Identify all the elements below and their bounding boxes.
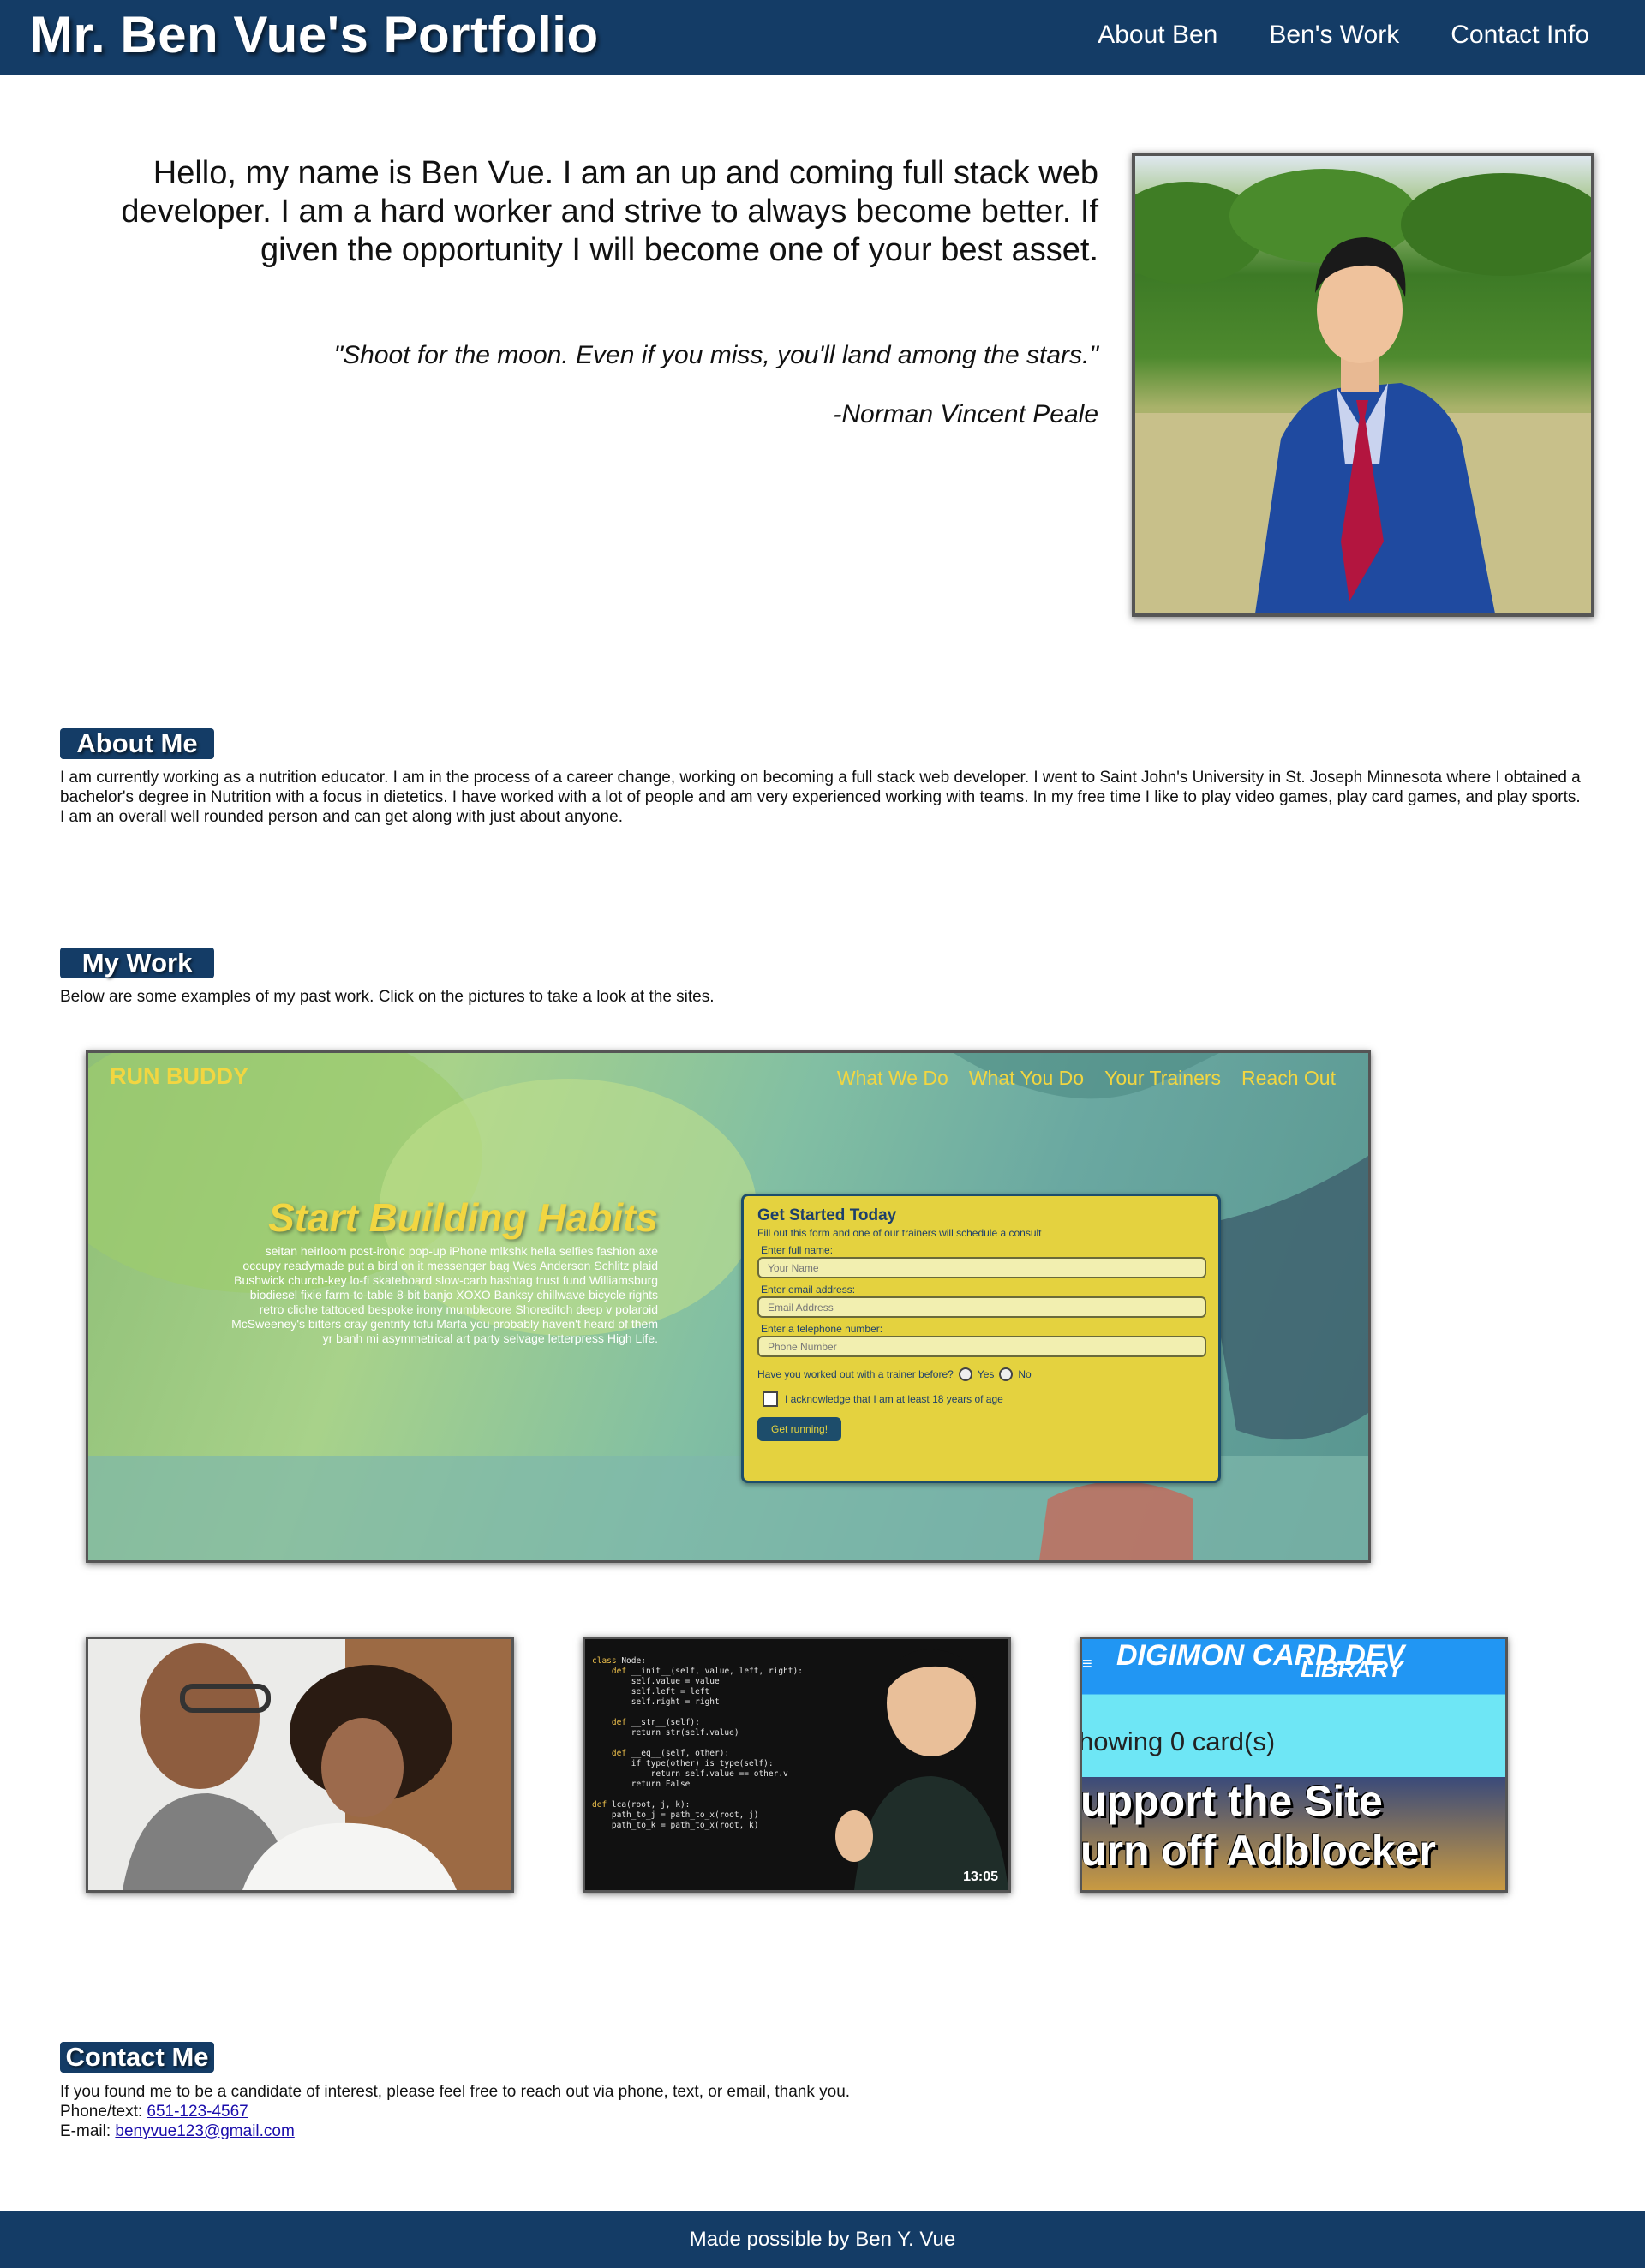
code-snippet-image: class Node: def __init__(self, value, le… xyxy=(592,1656,803,1830)
trainer-question: Have you worked out with a trainer befor… xyxy=(757,1368,954,1380)
about-heading: About Me xyxy=(60,728,214,759)
email-row: E-mail: benyvue123@gmail.com xyxy=(60,2121,1585,2141)
yes-label: Yes xyxy=(977,1368,995,1380)
about-text: I am currently working as a nutrition ed… xyxy=(60,769,1581,826)
email-label: Enter email address: xyxy=(761,1284,856,1296)
email-input: Email Address xyxy=(757,1296,1206,1318)
digimon-banner: upport the Site urn off Adblocker xyxy=(1080,1776,1436,1876)
phone-row: Phone/text: 651-123-4567 xyxy=(60,2102,1585,2121)
intro-text: Hello, my name is Ben Vue. I am an up an… xyxy=(121,155,1098,268)
phone-link[interactable]: 651-123-4567 xyxy=(147,2103,248,2121)
yes-radio xyxy=(958,1367,972,1381)
contact-text: If you found me to be a candidate of int… xyxy=(60,2083,851,2101)
work-text: Below are some examples of my past work.… xyxy=(60,988,715,1006)
contact-block: If you found me to be a candidate of int… xyxy=(60,2082,1585,2141)
phone-label: Phone/text: xyxy=(60,2103,143,2121)
acknowledge-label: I acknowledge that I am at least 18 year… xyxy=(785,1393,1003,1405)
site-title: Mr. Ben Vue's Portfolio xyxy=(30,6,599,63)
run-buddy-form-subtitle: Fill out this form and one of our traine… xyxy=(757,1227,1042,1239)
project-thumbnail-2[interactable]: class Node: def __init__(self, value, le… xyxy=(583,1637,1011,1893)
quote-text: "Shoot for the moon. Even if you miss, y… xyxy=(333,341,1098,369)
nav-contact-info[interactable]: Contact Info xyxy=(1451,21,1589,50)
work-heading: My Work xyxy=(60,948,214,978)
email-label: E-mail: xyxy=(60,2122,111,2140)
run-buddy-hero: Start Building Habits seitan heirloom po… xyxy=(225,1194,658,1346)
acknowledge-checkbox xyxy=(763,1391,778,1407)
digimon-banner-line-1: upport the Site xyxy=(1080,1777,1383,1825)
run-buddy-hero-text: seitan heirloom post-ironic pop-up iPhon… xyxy=(231,1244,658,1345)
run-buddy-nav-item: Your Trainers xyxy=(1104,1067,1222,1089)
run-buddy-nav-item: What You Do xyxy=(968,1067,1085,1089)
email-link[interactable]: benyvue123@gmail.com xyxy=(115,2122,294,2140)
main-nav: About Ben Ben's Work Contact Info xyxy=(1098,21,1589,50)
people-photo xyxy=(88,1639,511,1890)
digimon-card-count: howing 0 card(s) xyxy=(1080,1726,1276,1756)
run-buddy-nav-item: Reach Out xyxy=(1241,1067,1336,1089)
profile-photo-illustration xyxy=(1135,169,1591,613)
menu-icon: ≡ xyxy=(1082,1655,1092,1673)
get-running-button: Get running! xyxy=(757,1417,842,1441)
run-buddy-form: Get Started Today Fill out this form and… xyxy=(741,1194,1221,1483)
no-radio xyxy=(999,1367,1014,1381)
run-buddy-hero-title: Start Building Habits xyxy=(268,1195,658,1240)
phone-label: Enter a telephone number: xyxy=(761,1323,883,1335)
run-buddy-nav-item: What We Do xyxy=(836,1067,948,1089)
quote-author: -Norman Vincent Peale xyxy=(833,400,1098,428)
run-buddy-nav: What We Do What You Do Your Trainers Rea… xyxy=(837,1067,1336,1090)
site-footer: Made possible by Ben Y. Vue xyxy=(0,2211,1645,2268)
run-buddy-project-link[interactable]: RUN BUDDY What We Do What You Do Your Tr… xyxy=(86,1050,1371,1563)
presenter-image xyxy=(835,1649,1008,1890)
profile-photo xyxy=(1132,153,1594,617)
nav-bens-work[interactable]: Ben's Work xyxy=(1269,21,1399,50)
no-label: No xyxy=(1018,1368,1032,1380)
intro-section: Hello, my name is Ben Vue. I am an up an… xyxy=(60,154,1098,428)
name-input: Your Name xyxy=(757,1257,1206,1278)
name-label: Enter full name: xyxy=(761,1244,834,1256)
digimon-banner-line-2: urn off Adblocker xyxy=(1080,1827,1436,1875)
trainer-question-row: Have you worked out with a trainer befor… xyxy=(757,1367,1205,1381)
project-thumbnail-3[interactable]: ≡ DIGIMON CARD.DEV LIBRARY howing 0 card… xyxy=(1080,1637,1508,1893)
site-header: Mr. Ben Vue's Portfolio About Ben Ben's … xyxy=(0,0,1645,75)
acknowledge-row: I acknowledge that I am at least 18 year… xyxy=(763,1391,1205,1407)
run-buddy-form-title: Get Started Today xyxy=(757,1206,897,1224)
run-buddy-logo: RUN BUDDY xyxy=(110,1063,248,1089)
digimon-library-label: LIBRARY xyxy=(1301,1656,1403,1682)
contact-heading: Contact Me xyxy=(60,2042,214,2073)
video-duration: 13:05 xyxy=(963,1870,998,1884)
phone-input: Phone Number xyxy=(757,1336,1206,1357)
nav-about-ben[interactable]: About Ben xyxy=(1098,21,1217,50)
project-thumbnail-1[interactable] xyxy=(86,1637,514,1893)
